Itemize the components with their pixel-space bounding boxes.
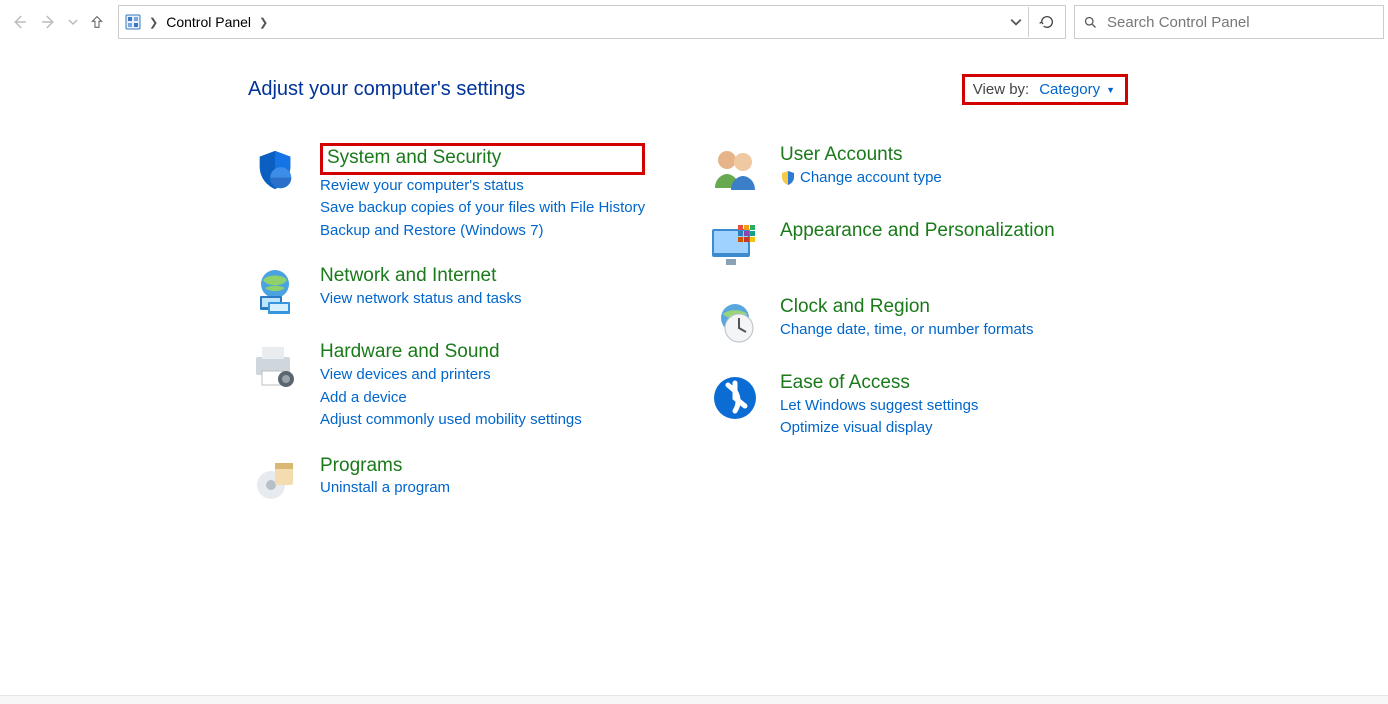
back-button[interactable]	[4, 7, 34, 37]
category-hardware-sound: Hardware and Sound View devices and prin…	[248, 340, 648, 431]
user-accounts-link[interactable]: User Accounts	[780, 143, 942, 167]
uac-shield-icon	[780, 170, 796, 186]
system-security-link[interactable]: System and Security	[327, 147, 501, 168]
top-navigation-bar: ❯ Control Panel ❯	[0, 0, 1388, 44]
refresh-button[interactable]	[1028, 7, 1065, 37]
users-icon	[708, 143, 762, 197]
appearance-icon	[708, 219, 762, 273]
recent-locations-button[interactable]	[64, 7, 82, 37]
network-internet-link[interactable]: Network and Internet	[320, 264, 522, 288]
file-history-link[interactable]: Save backup copies of your files with Fi…	[320, 197, 645, 220]
mobility-settings-link[interactable]: Adjust commonly used mobility settings	[320, 409, 582, 432]
network-status-link[interactable]: View network status and tasks	[320, 288, 522, 311]
left-column: System and Security Review your computer…	[248, 143, 648, 508]
category-network-internet: Network and Internet View network status…	[248, 264, 648, 318]
add-device-link[interactable]: Add a device	[320, 387, 582, 410]
review-status-link[interactable]: Review your computer's status	[320, 175, 645, 198]
system-security-highlight-box: System and Security	[320, 143, 645, 175]
devices-printers-link[interactable]: View devices and printers	[320, 364, 582, 387]
search-icon	[1075, 15, 1105, 30]
uninstall-program-link[interactable]: Uninstall a program	[320, 477, 450, 500]
address-bar[interactable]: ❯ Control Panel ❯	[118, 5, 1066, 39]
hardware-sound-link[interactable]: Hardware and Sound	[320, 340, 582, 364]
change-account-type-link[interactable]: Change account type	[780, 167, 942, 190]
viewby-value-text: Category	[1039, 81, 1100, 98]
shield-icon	[248, 143, 302, 197]
clock-region-link[interactable]: Clock and Region	[780, 295, 1033, 319]
category-system-security: System and Security Review your computer…	[248, 143, 648, 242]
search-input[interactable]	[1105, 7, 1383, 37]
category-programs: Programs Uninstall a program	[248, 454, 648, 508]
search-box[interactable]	[1074, 5, 1384, 39]
breadcrumb: ❯ Control Panel ❯	[119, 14, 1004, 30]
programs-icon	[248, 454, 302, 508]
arrow-up-icon	[89, 14, 105, 30]
chevron-down-icon	[1010, 16, 1022, 28]
appearance-link[interactable]: Appearance and Personalization	[780, 219, 1055, 243]
breadcrumb-separator-icon: ❯	[145, 16, 162, 29]
up-button[interactable]	[82, 7, 112, 37]
ease-of-access-link[interactable]: Ease of Access	[780, 371, 978, 395]
category-clock-region: Clock and Region Change date, time, or n…	[708, 295, 1088, 349]
windows-suggest-link[interactable]: Let Windows suggest settings	[780, 395, 978, 418]
content-area: Adjust your computer's settings View by:…	[0, 44, 1388, 508]
caret-down-icon: ▼	[1106, 85, 1115, 95]
printer-icon	[248, 340, 302, 394]
clock-globe-icon	[708, 295, 762, 349]
backup-restore-link[interactable]: Backup and Restore (Windows 7)	[320, 220, 645, 243]
category-appearance: Appearance and Personalization	[708, 219, 1088, 273]
category-user-accounts: User Accounts Change account type	[708, 143, 1088, 197]
breadcrumb-separator-icon: ❯	[255, 16, 272, 29]
control-panel-icon	[125, 14, 141, 30]
change-account-type-text: Change account type	[800, 167, 942, 190]
arrow-right-icon	[40, 13, 58, 31]
category-ease-of-access: Ease of Access Let Windows suggest setti…	[708, 371, 1088, 440]
viewby-label: View by:	[973, 81, 1029, 98]
optimize-display-link[interactable]: Optimize visual display	[780, 417, 978, 440]
breadcrumb-item[interactable]: Control Panel	[166, 14, 251, 30]
forward-button[interactable]	[34, 7, 64, 37]
change-date-formats-link[interactable]: Change date, time, or number formats	[780, 319, 1033, 342]
globe-network-icon	[248, 264, 302, 318]
arrow-left-icon	[10, 13, 28, 31]
viewby-dropdown[interactable]: Category ▼	[1039, 81, 1115, 98]
viewby-highlight-box: View by: Category ▼	[962, 74, 1128, 105]
right-column: User Accounts Change account type Appear…	[708, 143, 1088, 508]
programs-link[interactable]: Programs	[320, 454, 450, 478]
ease-of-access-icon	[708, 371, 762, 425]
refresh-icon	[1039, 14, 1055, 30]
chevron-down-icon	[68, 17, 78, 27]
taskbar-edge	[0, 695, 1388, 704]
page-title: Adjust your computer's settings	[248, 78, 525, 101]
address-dropdown-button[interactable]	[1004, 7, 1028, 37]
